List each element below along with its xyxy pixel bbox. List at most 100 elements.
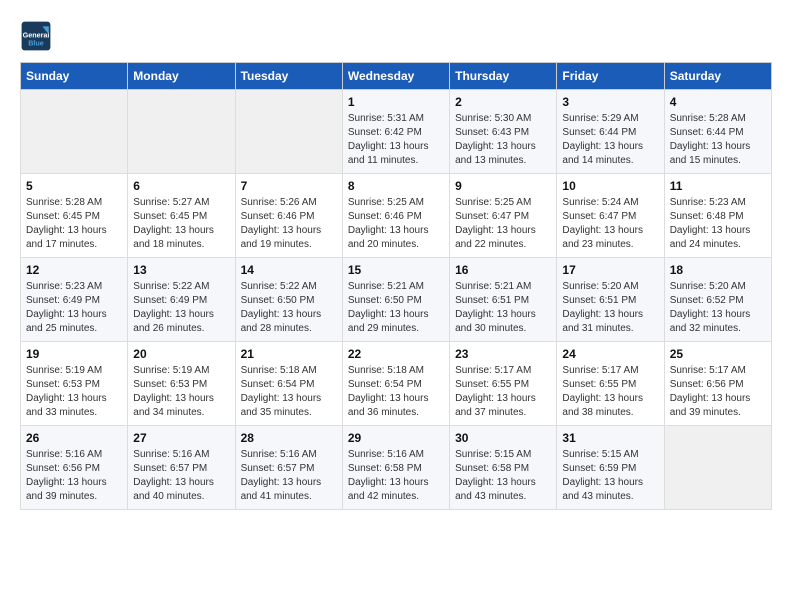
day-number: 4 [670,95,766,109]
day-info: Sunrise: 5:15 AM Sunset: 6:59 PM Dayligh… [562,448,658,504]
day-number: 7 [241,179,337,193]
day-cell: 23 Sunrise: 5:17 AM Sunset: 6:55 PM Dayli… [450,342,557,426]
day-number: 10 [562,179,658,193]
day-number: 6 [133,179,229,193]
day-info: Sunrise: 5:26 AM Sunset: 6:46 PM Dayligh… [241,196,337,252]
day-cell: 24 Sunrise: 5:17 AM Sunset: 6:55 PM Dayli… [557,342,664,426]
day-cell: 18 Sunrise: 5:20 AM Sunset: 6:52 PM Dayli… [664,258,771,342]
day-number: 9 [455,179,551,193]
day-number: 24 [562,347,658,361]
day-number: 13 [133,263,229,277]
day-info: Sunrise: 5:17 AM Sunset: 6:55 PM Dayligh… [455,364,551,420]
day-number: 11 [670,179,766,193]
day-info: Sunrise: 5:21 AM Sunset: 6:50 PM Dayligh… [348,280,444,336]
day-number: 27 [133,431,229,445]
header-sunday: Sunday [21,63,128,90]
day-info: Sunrise: 5:16 AM Sunset: 6:56 PM Dayligh… [26,448,122,504]
day-cell: 21 Sunrise: 5:18 AM Sunset: 6:54 PM Dayli… [235,342,342,426]
day-cell: 11 Sunrise: 5:23 AM Sunset: 6:48 PM Dayli… [664,174,771,258]
day-cell: 1Sunrise: 5:31 AM Sunset: 6:42 PM Daylig… [342,90,449,174]
day-cell: 26 Sunrise: 5:16 AM Sunset: 6:56 PM Dayli… [21,426,128,510]
day-cell: 4 Sunrise: 5:28 AM Sunset: 6:44 PM Daylig… [664,90,771,174]
day-cell [128,90,235,174]
day-info: Sunrise: 5:25 AM Sunset: 6:46 PM Dayligh… [348,196,444,252]
day-number: 19 [26,347,122,361]
day-number: 14 [241,263,337,277]
day-number: 12 [26,263,122,277]
header-monday: Monday [128,63,235,90]
day-cell: 15Sunrise: 5:21 AM Sunset: 6:50 PM Dayli… [342,258,449,342]
day-number: 21 [241,347,337,361]
day-cell: 7 Sunrise: 5:26 AM Sunset: 6:46 PM Daylig… [235,174,342,258]
day-info: Sunrise: 5:25 AM Sunset: 6:47 PM Dayligh… [455,196,551,252]
header-friday: Friday [557,63,664,90]
logo-icon: General Blue [20,20,52,52]
day-cell: 22Sunrise: 5:18 AM Sunset: 6:54 PM Dayli… [342,342,449,426]
day-number: 2 [455,95,551,109]
day-number: 26 [26,431,122,445]
day-cell: 19 Sunrise: 5:19 AM Sunset: 6:53 PM Dayli… [21,342,128,426]
day-cell: 17 Sunrise: 5:20 AM Sunset: 6:51 PM Dayli… [557,258,664,342]
header-thursday: Thursday [450,63,557,90]
day-cell: 2 Sunrise: 5:30 AM Sunset: 6:43 PM Daylig… [450,90,557,174]
day-number: 1 [348,95,444,109]
header-wednesday: Wednesday [342,63,449,90]
logo: General Blue [20,20,56,52]
day-info: Sunrise: 5:17 AM Sunset: 6:55 PM Dayligh… [562,364,658,420]
week-row-4: 19 Sunrise: 5:19 AM Sunset: 6:53 PM Dayli… [21,342,772,426]
day-cell: 27 Sunrise: 5:16 AM Sunset: 6:57 PM Dayli… [128,426,235,510]
day-number: 16 [455,263,551,277]
day-number: 31 [562,431,658,445]
day-cell: 3Sunrise: 5:29 AM Sunset: 6:44 PM Daylig… [557,90,664,174]
day-cell: 12 Sunrise: 5:23 AM Sunset: 6:49 PM Dayli… [21,258,128,342]
day-info: Sunrise: 5:20 AM Sunset: 6:52 PM Dayligh… [670,280,766,336]
day-number: 20 [133,347,229,361]
day-number: 18 [670,263,766,277]
svg-text:Blue: Blue [28,39,44,48]
day-info: Sunrise: 5:19 AM Sunset: 6:53 PM Dayligh… [133,364,229,420]
day-info: Sunrise: 5:15 AM Sunset: 6:58 PM Dayligh… [455,448,551,504]
day-cell: 10 Sunrise: 5:24 AM Sunset: 6:47 PM Dayli… [557,174,664,258]
day-cell: 5 Sunrise: 5:28 AM Sunset: 6:45 PM Daylig… [21,174,128,258]
day-cell: 6Sunrise: 5:27 AM Sunset: 6:45 PM Daylig… [128,174,235,258]
day-info: Sunrise: 5:16 AM Sunset: 6:57 PM Dayligh… [241,448,337,504]
day-cell: 16Sunrise: 5:21 AM Sunset: 6:51 PM Dayli… [450,258,557,342]
day-info: Sunrise: 5:28 AM Sunset: 6:45 PM Dayligh… [26,196,122,252]
header-saturday: Saturday [664,63,771,90]
day-cell: 25Sunrise: 5:17 AM Sunset: 6:56 PM Dayli… [664,342,771,426]
day-number: 8 [348,179,444,193]
day-number: 3 [562,95,658,109]
day-cell [21,90,128,174]
day-info: Sunrise: 5:20 AM Sunset: 6:51 PM Dayligh… [562,280,658,336]
day-number: 28 [241,431,337,445]
day-number: 23 [455,347,551,361]
day-cell: 29 Sunrise: 5:16 AM Sunset: 6:58 PM Dayli… [342,426,449,510]
day-number: 29 [348,431,444,445]
day-number: 30 [455,431,551,445]
calendar-table: SundayMondayTuesdayWednesdayThursdayFrid… [20,62,772,510]
day-info: Sunrise: 5:22 AM Sunset: 6:49 PM Dayligh… [133,280,229,336]
day-info: Sunrise: 5:23 AM Sunset: 6:48 PM Dayligh… [670,196,766,252]
day-cell: 28 Sunrise: 5:16 AM Sunset: 6:57 PM Dayli… [235,426,342,510]
day-cell: 13 Sunrise: 5:22 AM Sunset: 6:49 PM Dayli… [128,258,235,342]
day-number: 5 [26,179,122,193]
day-info: Sunrise: 5:30 AM Sunset: 6:43 PM Dayligh… [455,112,551,168]
day-cell: 14 Sunrise: 5:22 AM Sunset: 6:50 PM Dayli… [235,258,342,342]
day-cell: 20 Sunrise: 5:19 AM Sunset: 6:53 PM Dayli… [128,342,235,426]
week-row-2: 5 Sunrise: 5:28 AM Sunset: 6:45 PM Daylig… [21,174,772,258]
day-info: Sunrise: 5:19 AM Sunset: 6:53 PM Dayligh… [26,364,122,420]
day-info: Sunrise: 5:17 AM Sunset: 6:56 PM Dayligh… [670,364,766,420]
day-info: Sunrise: 5:16 AM Sunset: 6:58 PM Dayligh… [348,448,444,504]
day-number: 17 [562,263,658,277]
day-info: Sunrise: 5:22 AM Sunset: 6:50 PM Dayligh… [241,280,337,336]
day-info: Sunrise: 5:28 AM Sunset: 6:44 PM Dayligh… [670,112,766,168]
day-info: Sunrise: 5:18 AM Sunset: 6:54 PM Dayligh… [241,364,337,420]
day-number: 22 [348,347,444,361]
day-info: Sunrise: 5:24 AM Sunset: 6:47 PM Dayligh… [562,196,658,252]
day-cell: 31 Sunrise: 5:15 AM Sunset: 6:59 PM Dayli… [557,426,664,510]
day-info: Sunrise: 5:16 AM Sunset: 6:57 PM Dayligh… [133,448,229,504]
page-header: General Blue [20,20,772,52]
day-cell [235,90,342,174]
day-cell: 9 Sunrise: 5:25 AM Sunset: 6:47 PM Daylig… [450,174,557,258]
day-info: Sunrise: 5:23 AM Sunset: 6:49 PM Dayligh… [26,280,122,336]
